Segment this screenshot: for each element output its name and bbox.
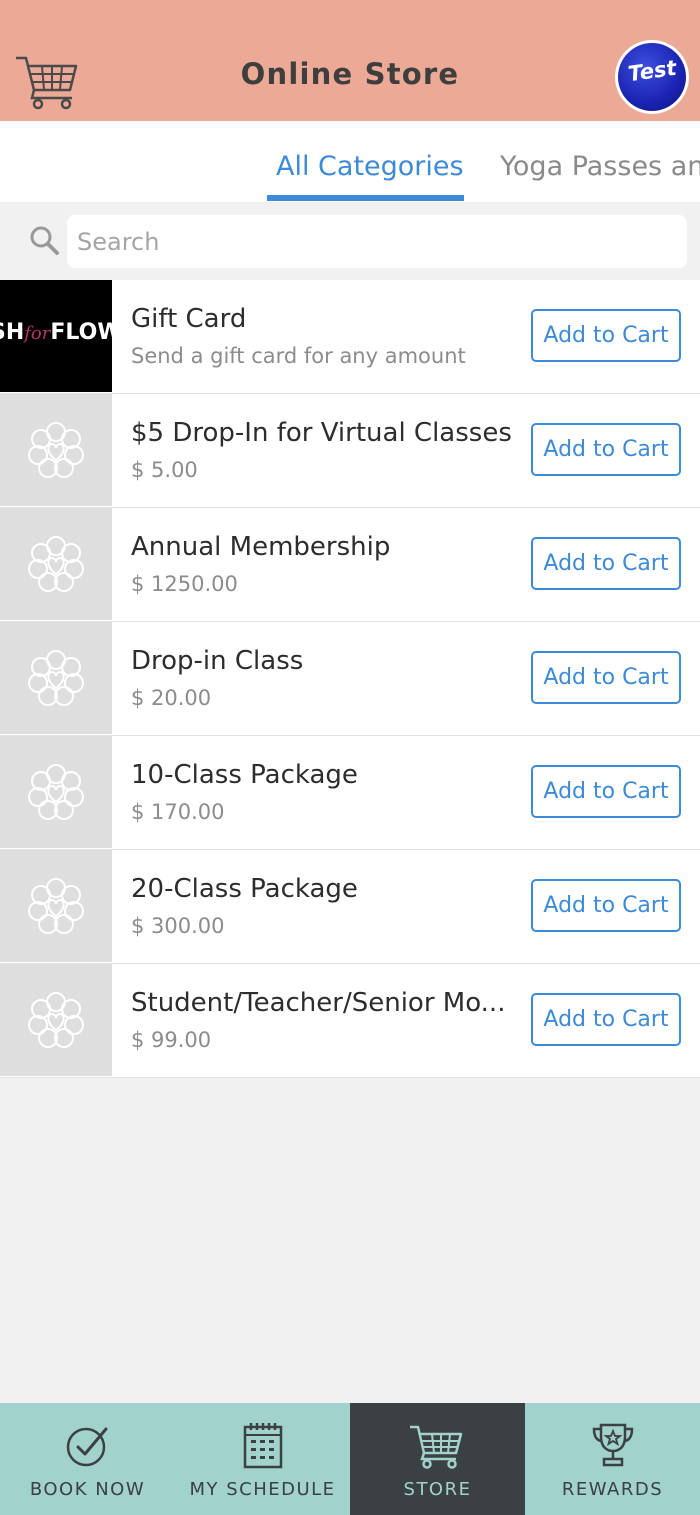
product-thumbnail	[0, 736, 112, 848]
check-circle-icon	[66, 1427, 108, 1467]
list-item: $5 Drop-In for Virtual Classes $ 5.00 Ad…	[0, 394, 700, 508]
nav-label: MY SCHEDULE	[189, 1479, 336, 1500]
add-to-cart-button[interactable]: Add to Cart	[531, 765, 681, 818]
calendar-icon	[243, 1423, 283, 1469]
search-icon	[30, 226, 59, 255]
thumbnail-logo-text: SHforFLOW	[0, 320, 112, 345]
product-thumbnail	[0, 964, 112, 1076]
nav-my-schedule[interactable]: MY SCHEDULE	[175, 1403, 350, 1515]
product-thumbnail	[0, 622, 112, 734]
product-title: Student/Teacher/Senior Mo...	[131, 988, 506, 1018]
product-title: $5 Drop-In for Virtual Classes	[131, 418, 512, 448]
flower-icon	[28, 422, 84, 478]
nav-rewards[interactable]: REWARDS	[525, 1403, 700, 1515]
product-title: 20-Class Package	[131, 874, 358, 904]
product-price: $ 170.00	[131, 800, 225, 824]
active-tab-indicator	[267, 195, 464, 201]
product-price: $ 99.00	[131, 1028, 212, 1052]
search-input[interactable]	[67, 215, 687, 268]
add-to-cart-button[interactable]: Add to Cart	[531, 423, 681, 476]
product-thumbnail	[0, 394, 112, 506]
page-title: Online Store	[240, 57, 460, 91]
add-to-cart-button[interactable]: Add to Cart	[531, 651, 681, 704]
list-item: 20-Class Package $ 300.00 Add to Cart	[0, 850, 700, 964]
nav-store[interactable]: STORE	[350, 1403, 525, 1515]
avatar[interactable]: Test	[615, 40, 689, 114]
product-title: Drop-in Class	[131, 646, 304, 676]
flower-icon	[28, 536, 84, 592]
cart-icon	[410, 1425, 463, 1469]
add-to-cart-button[interactable]: Add to Cart	[531, 993, 681, 1046]
app-header: Online Store Test	[0, 0, 700, 121]
list-item: Student/Teacher/Senior Mo... $ 99.00 Add…	[0, 964, 700, 1078]
category-tabs: All Categories Yoga Passes an	[0, 121, 700, 202]
product-price: $ 1250.00	[131, 572, 238, 596]
product-title: 10-Class Package	[131, 760, 358, 790]
product-title: Gift Card	[131, 304, 247, 334]
flower-icon	[28, 992, 84, 1048]
list-item: 10-Class Package $ 170.00 Add to Cart	[0, 736, 700, 850]
product-price: $ 300.00	[131, 914, 225, 938]
product-thumbnail	[0, 850, 112, 962]
nav-book-now[interactable]: BOOK NOW	[0, 1403, 175, 1515]
product-price: $ 5.00	[131, 458, 198, 482]
flower-icon	[28, 650, 84, 706]
search-bar	[0, 202, 700, 280]
product-subtitle: Send a gift card for any amount	[131, 344, 466, 368]
tab-yoga-passes[interactable]: Yoga Passes an	[500, 151, 700, 182]
avatar-text: Test	[626, 55, 678, 87]
list-item: SHforFLOW Gift Card Send a gift card for…	[0, 280, 700, 394]
bottom-nav: BOOK NOW MY SCHEDULE STORE REWARDS	[0, 1403, 700, 1515]
flower-icon	[28, 764, 84, 820]
nav-label: REWARDS	[561, 1479, 664, 1500]
product-title: Annual Membership	[131, 532, 391, 562]
avatar-image: Test	[618, 43, 686, 111]
trophy-icon	[592, 1423, 634, 1467]
list-item: Annual Membership $ 1250.00 Add to Cart	[0, 508, 700, 622]
nav-label: STORE	[403, 1479, 472, 1500]
gift-card-thumbnail: SHforFLOW	[0, 280, 112, 392]
product-thumbnail	[0, 508, 112, 620]
add-to-cart-button[interactable]: Add to Cart	[531, 879, 681, 932]
tab-all-categories[interactable]: All Categories	[276, 151, 464, 182]
add-to-cart-button[interactable]: Add to Cart	[531, 309, 681, 362]
product-list: SHforFLOW Gift Card Send a gift card for…	[0, 280, 700, 1078]
product-price: $ 20.00	[131, 686, 212, 710]
list-item: Drop-in Class $ 20.00 Add to Cart	[0, 622, 700, 736]
add-to-cart-button[interactable]: Add to Cart	[531, 537, 681, 590]
flower-icon	[28, 878, 84, 934]
nav-label: BOOK NOW	[29, 1479, 146, 1500]
